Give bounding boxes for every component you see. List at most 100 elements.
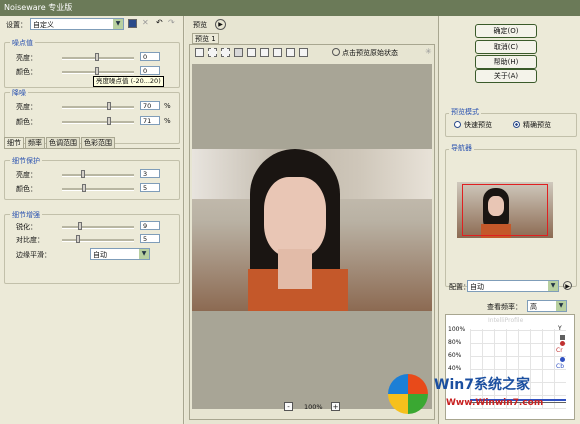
contrast-field[interactable]: 5 (140, 234, 160, 243)
slider-thumb[interactable] (107, 117, 111, 125)
about-button[interactable]: 关于(A) (475, 69, 537, 83)
protect-brightness-label: 亮度： (16, 171, 37, 179)
zoom-out-button[interactable]: - (284, 402, 293, 411)
navigator-viewport[interactable] (462, 184, 548, 236)
zoom-level: 100% (304, 403, 323, 411)
reduction-title: 降噪 (10, 88, 28, 98)
contrast-slider[interactable] (62, 239, 134, 242)
preview-panel: 预览 ▶ 预览 1 点击预览原始状态 ✳ - 100% + (185, 16, 438, 424)
zoom-in-button[interactable]: + (331, 402, 340, 411)
reduction-color-slider[interactable] (62, 121, 134, 124)
freq-dropdown[interactable]: 高 ▼ (527, 300, 567, 312)
reduction-brightness-label: 亮度： (16, 103, 37, 111)
protect-color-label: 颜色： (16, 185, 37, 193)
protect-brightness-slider[interactable] (62, 174, 134, 177)
spinner-icon: ✳ (425, 47, 432, 56)
title-bar: Noiseware 专业版 (0, 0, 580, 16)
save-icon[interactable] (128, 19, 137, 28)
eye-icon[interactable] (332, 48, 340, 56)
settings-dropdown[interactable]: 自定义 ▼ (30, 18, 124, 30)
face (264, 177, 326, 257)
preview-image[interactable] (192, 149, 432, 311)
noise-color-field[interactable]: 0 (140, 66, 160, 75)
noise-brightness-field[interactable]: 0 (140, 52, 160, 61)
slider-thumb[interactable] (78, 222, 82, 230)
chevron-down-icon: ▼ (556, 301, 566, 311)
channel-cb-marker[interactable] (560, 357, 565, 362)
view-split-v-icon[interactable] (260, 48, 269, 57)
slider-thumb[interactable] (95, 67, 99, 75)
detail-protect-group (4, 160, 180, 200)
sharpen-slider[interactable] (62, 226, 134, 229)
noise-brightness-label: 亮度： (16, 54, 37, 62)
tick-80: 80% (448, 339, 462, 346)
hand-icon[interactable] (195, 48, 204, 57)
channel-cr-marker[interactable] (560, 341, 565, 346)
protect-color-slider[interactable] (62, 188, 134, 191)
tab-color-range[interactable]: 色彩范围 (81, 137, 115, 148)
slider-thumb[interactable] (95, 53, 99, 61)
edge-smooth-value: 自动 (93, 251, 107, 259)
protect-brightness-field[interactable]: 3 (140, 169, 160, 178)
slider-thumb[interactable] (81, 170, 85, 178)
sharpen-label: 锐化： (16, 223, 37, 231)
neck (278, 249, 312, 289)
protect-color-field[interactable]: 5 (140, 183, 160, 192)
tab-tone-range[interactable]: 色调范围 (46, 137, 80, 148)
detail-protect-title: 细节保护 (10, 156, 42, 166)
channel-y-marker[interactable] (560, 335, 565, 340)
accurate-preview-radio[interactable] (513, 121, 520, 128)
config-dropdown[interactable]: 自动 ▼ (467, 280, 559, 292)
tick-60: 60% (448, 352, 462, 359)
reduction-color-label: 颜色： (16, 118, 37, 126)
app-title: Noiseware 专业版 (4, 3, 73, 12)
preview-mode-title: 预览模式 (449, 107, 481, 117)
delete-icon[interactable]: ✕ (142, 18, 149, 27)
reduction-brightness-slider[interactable] (62, 106, 134, 109)
cancel-button[interactable]: 取消(C) (475, 40, 537, 54)
redo-icon[interactable]: ↷ (168, 18, 175, 27)
export-icon[interactable] (299, 48, 308, 57)
channel-cb-label: Cb (556, 363, 564, 370)
reduction-brightness-field[interactable]: 70 (140, 101, 160, 110)
select-rect-icon[interactable] (208, 48, 217, 57)
chevron-down-icon: ▼ (113, 19, 123, 29)
play-icon[interactable]: ▶ (563, 281, 572, 290)
watermark-url: Www.Winwin7.com (446, 398, 544, 408)
watermark-brand: Win7系统之家 (434, 377, 530, 393)
tab-frequency[interactable]: 频率 (25, 137, 45, 148)
slider-thumb[interactable] (107, 102, 111, 110)
copy-icon[interactable] (286, 48, 295, 57)
edge-smooth-dropdown[interactable]: 自动 ▼ (90, 248, 150, 260)
graph-watermark: IntelliProfile (488, 317, 524, 324)
left-panel: 设置： 自定义 ▼ ✕ ↶ ↷ 噪点值 亮度： 0 颜色： 0 亮度噪点值 (-… (0, 16, 184, 424)
settings-value: 自定义 (33, 21, 54, 29)
percent-unit: % (164, 117, 171, 125)
preview-toolbar (195, 48, 308, 57)
select-add-icon[interactable] (221, 48, 230, 57)
sharpen-field[interactable]: 9 (140, 221, 160, 230)
chevron-down-icon: ▼ (548, 281, 558, 291)
slider-thumb[interactable] (76, 235, 80, 243)
ok-button[interactable]: 确定(O) (475, 24, 537, 38)
noise-color-label: 颜色： (16, 68, 37, 76)
reduction-color-field[interactable]: 71 (140, 116, 160, 125)
tab-divider (4, 148, 180, 149)
undo-icon[interactable]: ↶ (156, 18, 163, 27)
preview-label: 预览 (193, 21, 207, 29)
windows-logo-icon (388, 374, 428, 414)
view-grid-icon[interactable] (273, 48, 282, 57)
fast-preview-radio[interactable] (454, 121, 461, 128)
freq-value: 高 (530, 303, 537, 311)
percent-unit: % (164, 102, 171, 110)
channel-cr-label: Cr (556, 347, 563, 354)
view-split-h-icon[interactable] (247, 48, 256, 57)
tab-detail[interactable]: 细节 (4, 137, 24, 148)
freq-label: 查看频率： (487, 303, 522, 311)
view-single-icon[interactable] (234, 48, 243, 57)
slider-thumb[interactable] (82, 184, 86, 192)
contrast-label: 对比度： (16, 236, 44, 244)
play-icon[interactable]: ▶ (215, 19, 226, 30)
tab-preview-1[interactable]: 预览 1 (192, 33, 219, 44)
help-button[interactable]: 帮助(H) (475, 55, 537, 69)
